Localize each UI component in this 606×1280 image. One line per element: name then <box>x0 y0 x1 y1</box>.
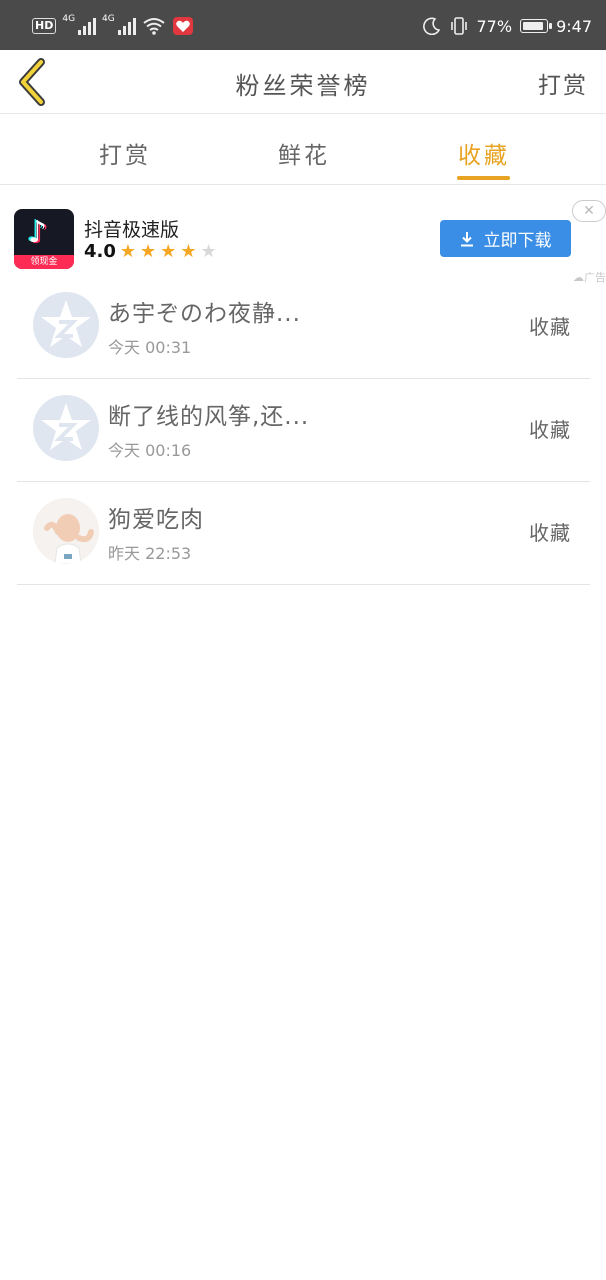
network-type-1: 4G <box>62 14 76 24</box>
tab-bar: 打赏 鲜花 收藏 <box>0 114 606 185</box>
tab-reward[interactable]: 打赏 <box>99 136 151 170</box>
download-button[interactable]: 立即下载 <box>440 220 571 257</box>
user-name: 狗爱吃肉 <box>108 507 204 533</box>
user-name: あ宇ぞのわ夜静... <box>108 301 301 327</box>
close-icon[interactable]: ✕ <box>572 200 606 222</box>
user-name: 断了线的风筝,还... <box>108 404 310 430</box>
ad-banner[interactable]: ♪ 领现金 抖音极速版 4.0 ★ ★ ★ ★ ★ 立即下载 ✕ ☁广告 <box>0 186 606 284</box>
moon-icon <box>422 17 440 35</box>
wifi-icon <box>143 18 165 35</box>
download-icon <box>460 231 473 246</box>
star-empty-icon: ★ <box>200 241 217 262</box>
vibrate-icon <box>450 17 467 35</box>
list-item[interactable]: 断了线的风筝,还... 今天 00:16 收藏 <box>17 379 590 482</box>
star-icon: ★ <box>180 241 197 262</box>
favorite-label: 收藏 <box>529 418 571 442</box>
clock: 9:47 <box>556 16 592 36</box>
star-icon: ★ <box>160 241 177 262</box>
qzone-default-avatar[interactable] <box>33 395 99 461</box>
star-icon: ★ <box>140 241 157 262</box>
timestamp: 今天 00:16 <box>108 441 192 460</box>
tiktok-app-icon[interactable]: ♪ 领现金 <box>14 209 74 269</box>
list-item[interactable]: あ宇ぞのわ夜静... 今天 00:31 收藏 <box>17 276 590 379</box>
rating-value: 4.0 <box>84 241 116 262</box>
qzone-default-avatar[interactable] <box>33 292 99 358</box>
tab-favorites[interactable]: 收藏 <box>458 136 510 170</box>
baby-photo-avatar[interactable] <box>33 498 99 564</box>
timestamp: 昨天 22:53 <box>108 544 192 563</box>
signal-icon <box>117 17 136 35</box>
battery-icon <box>520 19 553 33</box>
favorite-label: 收藏 <box>529 315 571 339</box>
tab-flowers[interactable]: 鲜花 <box>278 136 330 170</box>
reward-button[interactable]: 打赏 <box>538 66 588 100</box>
app-notification-icon <box>172 17 193 35</box>
list-item[interactable]: 狗爱吃肉 昨天 22:53 收藏 <box>17 482 590 585</box>
ad-rating: 4.0 ★ ★ ★ ★ ★ <box>84 241 217 262</box>
ad-app-name: 抖音极速版 <box>84 219 180 241</box>
network-type-2: 4G <box>102 14 115 24</box>
battery-percent: 77% <box>476 16 513 36</box>
signal-icon <box>78 17 97 35</box>
active-tab-indicator <box>457 176 510 180</box>
favorite-label: 收藏 <box>529 521 571 545</box>
star-icon: ★ <box>119 241 137 262</box>
hd-icon: HD <box>32 18 57 34</box>
timestamp: 今天 00:31 <box>108 338 192 357</box>
top-nav-bar: 粉丝荣誉榜 打赏 <box>0 50 606 114</box>
status-bar: HD 4G 4G 77% 9:47 <box>0 0 606 50</box>
download-label: 立即下载 <box>483 231 552 251</box>
app-icon-badge: 领现金 <box>14 255 74 269</box>
page-title: 粉丝荣誉榜 <box>235 72 371 100</box>
music-note-icon: ♪ <box>28 215 48 250</box>
